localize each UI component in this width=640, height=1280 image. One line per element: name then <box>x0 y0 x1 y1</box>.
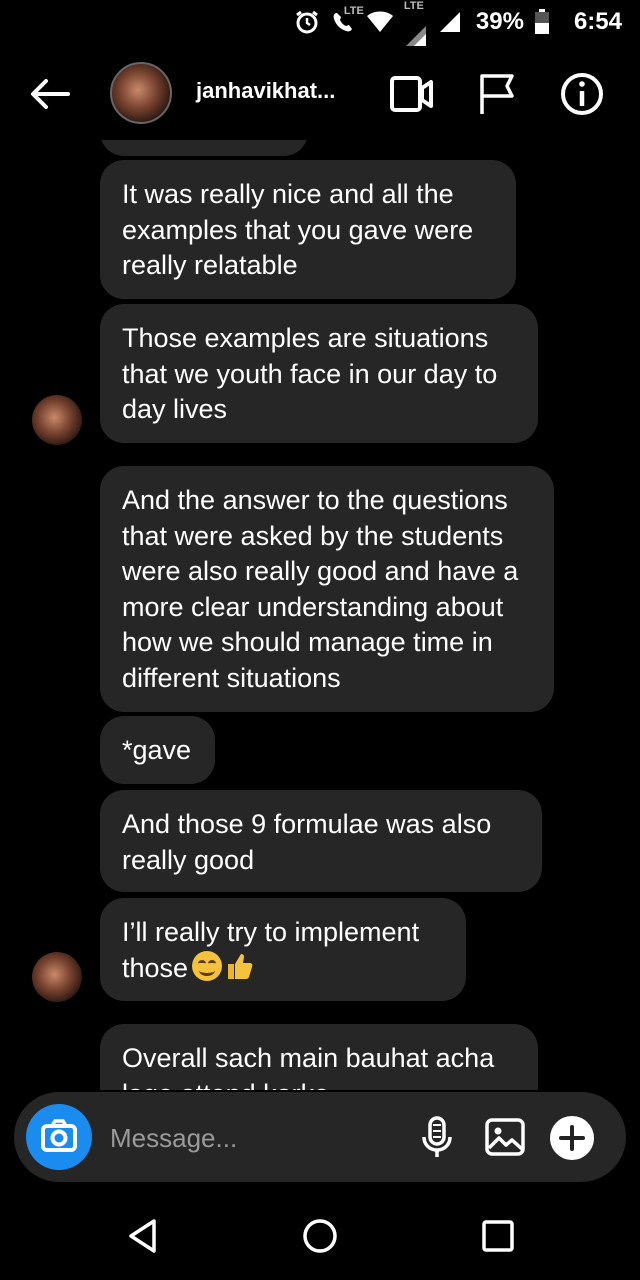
system-navigation-bar <box>0 1192 640 1280</box>
message-text: It was really nice and all the examples … <box>122 179 474 280</box>
battery-icon <box>534 9 550 35</box>
triangle-back-icon <box>129 1219 156 1253</box>
message-bubble[interactable]: It was really nice and all the examples … <box>100 160 516 299</box>
more-options-button[interactable] <box>550 1116 594 1160</box>
message-text: I’ll really try to implement those <box>122 917 420 983</box>
video-call-button[interactable] <box>388 70 436 118</box>
sender-avatar[interactable] <box>32 395 82 445</box>
message-bubble[interactable]: And those 9 formulae was also really goo… <box>100 790 542 892</box>
nav-back-button[interactable] <box>124 1216 164 1256</box>
message-bubble[interactable]: I’ll really try to implement those <box>100 898 466 1001</box>
wifi-icon <box>366 10 394 34</box>
volte-label: LTE <box>343 5 364 17</box>
square-recents-icon <box>482 1220 514 1252</box>
status-bar: LTE LTE 39% 6:54 <box>0 0 640 46</box>
message-bubble[interactable]: And the answer to the questions that wer… <box>100 466 554 712</box>
message-bubble-partial <box>100 140 308 156</box>
signal-icon-1: LTE <box>404 0 428 48</box>
info-button[interactable] <box>558 70 606 118</box>
back-arrow-icon <box>31 79 70 109</box>
profile-avatar[interactable] <box>110 62 172 124</box>
plus-icon <box>559 1125 585 1151</box>
message-text: Overall sach main bauhat acha lage atten… <box>122 1043 495 1090</box>
message-bubble[interactable]: Those examples are situations that we yo… <box>100 304 538 443</box>
report-button[interactable] <box>474 70 522 118</box>
volte-call-icon: LTE <box>330 5 364 35</box>
battery-percent: 39% <box>475 8 524 35</box>
video-call-icon <box>390 76 433 112</box>
info-icon <box>561 73 603 115</box>
signal-icon-2 <box>438 10 462 34</box>
flag-icon <box>480 74 514 114</box>
chat-header: janhavikhat... <box>0 48 640 140</box>
alarm-icon <box>294 9 320 35</box>
nav-home-button[interactable] <box>300 1216 340 1256</box>
circle-home-icon <box>303 1219 337 1253</box>
gallery-icon <box>485 1118 525 1156</box>
message-text: Those examples are situations that we yo… <box>122 323 498 424</box>
message-text: And those 9 formulae was also really goo… <box>122 809 492 875</box>
sender-avatar[interactable] <box>32 952 82 1002</box>
message-text: And the answer to the questions that wer… <box>122 485 519 693</box>
camera-button[interactable] <box>26 1104 92 1170</box>
lte-label: LTE <box>403 0 424 12</box>
smiling-face-emoji-icon <box>192 950 223 981</box>
message-text: *gave <box>122 735 192 765</box>
microphone-icon <box>422 1116 452 1157</box>
camera-icon <box>41 1119 77 1152</box>
message-input[interactable] <box>108 1114 402 1162</box>
clock: 6:54 <box>573 8 622 35</box>
message-composer <box>14 1092 626 1182</box>
message-bubble[interactable]: *gave <box>100 716 215 784</box>
username[interactable]: janhavikhat... <box>196 78 335 104</box>
thumbs-up-emoji-icon <box>228 953 253 979</box>
back-button[interactable] <box>28 76 72 112</box>
voice-message-button[interactable] <box>412 1112 462 1162</box>
message-thread[interactable]: It was really nice and all the examples … <box>0 140 640 1090</box>
message-bubble[interactable]: Overall sach main bauhat acha lage atten… <box>100 1024 538 1090</box>
gallery-button[interactable] <box>480 1112 530 1162</box>
nav-recents-button[interactable] <box>478 1216 518 1256</box>
